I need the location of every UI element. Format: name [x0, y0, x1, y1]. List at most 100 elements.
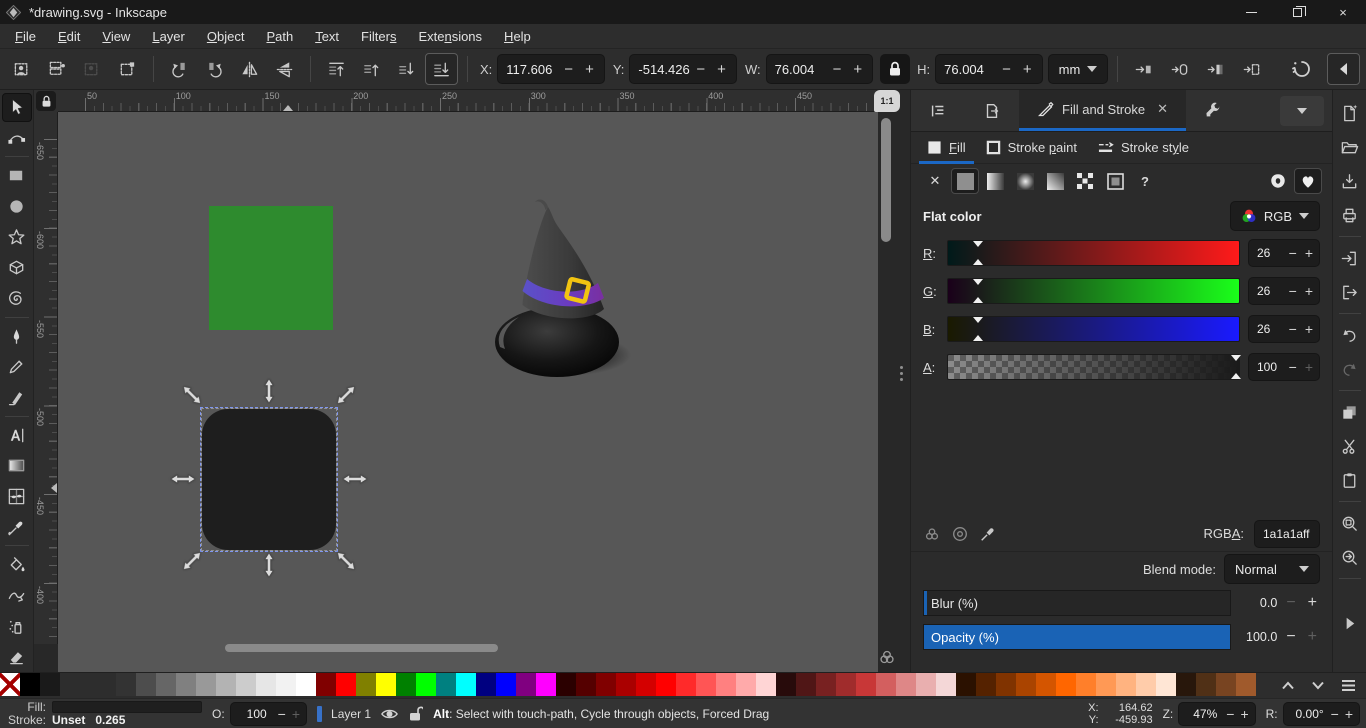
- zoom-plus[interactable]: +: [1237, 706, 1251, 722]
- palette-swatch[interactable]: [40, 673, 60, 696]
- tool-tweak[interactable]: [2, 581, 32, 610]
- w-increment[interactable]: +: [847, 62, 868, 77]
- palette-swatch[interactable]: [916, 673, 936, 696]
- palette-swatch[interactable]: [896, 673, 916, 696]
- scale-handle-top[interactable]: [264, 378, 274, 404]
- blur-value[interactable]: 0.0: [1237, 596, 1277, 610]
- x-field[interactable]: 117.606 − +: [497, 54, 605, 84]
- palette-swatch[interactable]: [876, 673, 896, 696]
- fill-stroke-dialog-tab[interactable]: Fill and Stroke ✕: [1019, 90, 1186, 131]
- zoom-spinner[interactable]: 47% − +: [1178, 702, 1255, 726]
- palette-swatch[interactable]: [116, 673, 136, 696]
- vertical-scrollbar-thumb[interactable]: [881, 118, 891, 242]
- canvas[interactable]: [58, 112, 878, 672]
- flip-horizontal-button[interactable]: [233, 53, 266, 85]
- lower-button[interactable]: [390, 53, 423, 85]
- x-decrement[interactable]: −: [558, 62, 579, 77]
- palette-swatch[interactable]: [856, 673, 876, 696]
- palette-swatch[interactable]: [796, 673, 816, 696]
- close-dialog-icon[interactable]: ✕: [1157, 101, 1168, 117]
- paint-radial-gradient-button[interactable]: [1011, 168, 1039, 194]
- palette-swatch[interactable]: [556, 673, 576, 696]
- menu-object[interactable]: Object: [196, 27, 256, 46]
- h-increment[interactable]: +: [1017, 62, 1038, 77]
- scale-handle-bottom-right[interactable]: [333, 548, 358, 573]
- blur-increment[interactable]: +: [1305, 594, 1320, 612]
- export-panel-tab[interactable]: [965, 90, 1019, 131]
- horizontal-scrollbar[interactable]: [58, 640, 878, 656]
- menu-edit[interactable]: Edit: [47, 27, 91, 46]
- opacity-value[interactable]: 100.0: [1237, 630, 1277, 644]
- fill-stroke-indicator[interactable]: Fill: Stroke:Unset 0.265: [6, 701, 202, 727]
- tool-mesh-gradient[interactable]: [2, 482, 32, 511]
- menu-path[interactable]: Path: [255, 27, 304, 46]
- menu-extensions[interactable]: Extensions: [407, 27, 493, 46]
- selection-rubberband-button[interactable]: [111, 53, 144, 85]
- flip-vertical-button[interactable]: [268, 53, 301, 85]
- scale-handle-left[interactable]: [170, 474, 196, 484]
- palette-swatch[interactable]: [476, 673, 496, 696]
- tool-box-3d[interactable]: [2, 253, 32, 282]
- dock-options-button[interactable]: [1280, 96, 1324, 126]
- tool-rectangle[interactable]: [2, 161, 32, 190]
- palette-swatch[interactable]: [696, 673, 716, 696]
- y-field[interactable]: -514.426 − +: [629, 54, 737, 84]
- print-button[interactable]: [1336, 201, 1364, 229]
- palette-scroll-down-button[interactable]: [1304, 675, 1332, 697]
- rotation-spinner[interactable]: 0.00° − +: [1283, 702, 1360, 726]
- paint-pattern-button[interactable]: [1071, 168, 1099, 194]
- palette-swatch[interactable]: [836, 673, 856, 696]
- tab-fill[interactable]: Fill: [919, 135, 974, 160]
- opacity-decrement[interactable]: −: [1283, 628, 1298, 646]
- scale-stroke-button[interactable]: [1127, 53, 1160, 85]
- paste-button[interactable]: [1336, 466, 1364, 494]
- fill-rule-nonzero-button[interactable]: [1294, 168, 1322, 194]
- tool-paint-bucket[interactable]: [2, 550, 32, 579]
- palette-swatch-none[interactable]: [0, 673, 20, 696]
- menu-view[interactable]: View: [91, 27, 141, 46]
- palette-swatch[interactable]: [436, 673, 456, 696]
- rotation-plus[interactable]: +: [1342, 706, 1356, 722]
- zoom-selection-button[interactable]: [1336, 509, 1364, 537]
- menu-filters[interactable]: Filters: [350, 27, 407, 46]
- raise-button[interactable]: [355, 53, 388, 85]
- green-slider[interactable]: [947, 278, 1240, 304]
- opacity-plus[interactable]: +: [289, 706, 303, 722]
- palette-menu-button[interactable]: [1334, 675, 1362, 697]
- palette-swatch[interactable]: [336, 673, 356, 696]
- witch-hat-object[interactable]: [485, 195, 635, 380]
- menu-text[interactable]: Text: [304, 27, 350, 46]
- palette-swatch[interactable]: [456, 673, 476, 696]
- tool-ellipse[interactable]: [2, 192, 32, 221]
- w-field[interactable]: 76.004 − +: [766, 54, 874, 84]
- color-managed-view-toggle[interactable]: [874, 646, 900, 668]
- palette-swatch[interactable]: [596, 673, 616, 696]
- palette-swatch[interactable]: [1056, 673, 1076, 696]
- raise-to-top-button[interactable]: [320, 53, 353, 85]
- tool-star[interactable]: [2, 223, 32, 252]
- green-square-object[interactable]: [209, 206, 333, 330]
- lower-to-bottom-button[interactable]: [425, 53, 458, 85]
- undo-button[interactable]: [1336, 321, 1364, 349]
- palette-swatch[interactable]: [236, 673, 256, 696]
- layer-visibility-eye-icon[interactable]: [380, 706, 399, 722]
- palette-swatch[interactable]: [1076, 673, 1096, 696]
- tab-stroke-style[interactable]: Stroke style: [1089, 135, 1197, 160]
- blue-slider[interactable]: [947, 316, 1240, 342]
- palette-swatch[interactable]: [156, 673, 176, 696]
- selected-rounded-square-object[interactable]: [202, 409, 336, 550]
- y-increment[interactable]: +: [711, 62, 732, 77]
- palette-swatch[interactable]: [616, 673, 636, 696]
- palette-swatch[interactable]: [1116, 673, 1136, 696]
- h-decrement[interactable]: −: [996, 62, 1017, 77]
- opacity-increment[interactable]: +: [1305, 628, 1320, 646]
- scale-corners-button[interactable]: [1163, 53, 1196, 85]
- palette-swatch[interactable]: [1216, 673, 1236, 696]
- h-field[interactable]: 76.004 − +: [935, 54, 1043, 84]
- object-opacity-spinner[interactable]: 100 − +: [230, 702, 307, 726]
- stroke-width-value[interactable]: 0.265: [95, 713, 125, 727]
- horizontal-ruler[interactable]: 50100150200250300350400450: [58, 90, 876, 112]
- preferences-panel-tab[interactable]: [1186, 90, 1240, 131]
- current-layer-label[interactable]: Layer 1: [331, 707, 371, 721]
- palette-swatch[interactable]: [296, 673, 316, 696]
